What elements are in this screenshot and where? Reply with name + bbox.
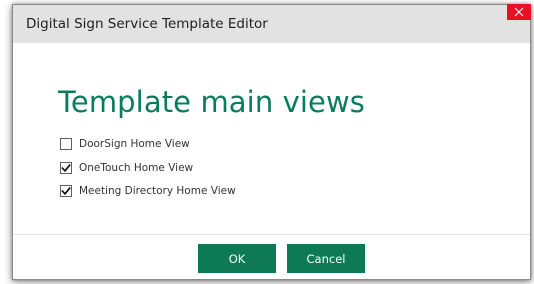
meeting-directory-checkbox[interactable] xyxy=(60,185,72,197)
cancel-button[interactable]: Cancel xyxy=(287,244,365,273)
window-title: Digital Sign Service Template Editor xyxy=(26,16,268,32)
option-label: Meeting Directory Home View xyxy=(79,185,236,197)
close-button[interactable] xyxy=(507,4,531,20)
option-meeting-directory-home-view[interactable]: Meeting Directory Home View xyxy=(60,184,236,198)
footer-divider xyxy=(13,234,530,235)
option-label: DoorSign Home View xyxy=(79,138,190,150)
option-doorsign-home-view[interactable]: DoorSign Home View xyxy=(60,137,190,151)
title-bar[interactable]: Digital Sign Service Template Editor xyxy=(13,4,531,43)
checkmark-icon xyxy=(61,187,71,196)
doorsign-checkbox[interactable] xyxy=(60,138,72,150)
onetouch-checkbox[interactable] xyxy=(60,162,72,174)
template-editor-dialog: Digital Sign Service Template Editor Tem… xyxy=(12,4,531,280)
page-title: Template main views xyxy=(58,85,366,119)
checkmark-icon xyxy=(61,164,71,173)
screen: Digital Sign Service Template Editor Tem… xyxy=(0,0,534,284)
ok-button[interactable]: OK xyxy=(198,244,276,273)
close-icon xyxy=(514,7,524,17)
option-onetouch-home-view[interactable]: OneTouch Home View xyxy=(60,161,193,175)
option-label: OneTouch Home View xyxy=(79,162,194,174)
